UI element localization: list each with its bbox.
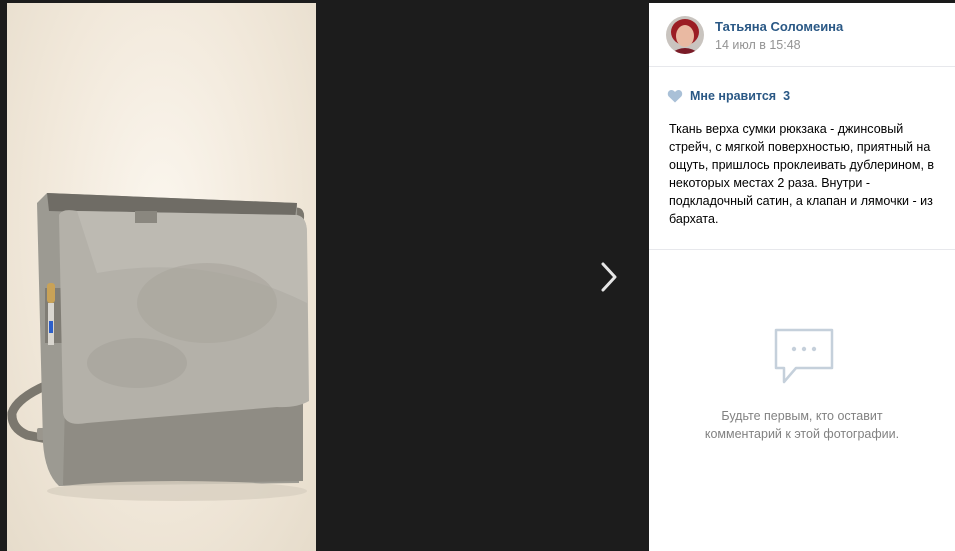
heart-icon [667, 90, 683, 103]
no-comments-line-2: комментарий к этой фотографии. [704, 427, 900, 441]
photo[interactable] [7, 3, 316, 551]
author-name-link[interactable]: Татьяна Соломеина [715, 19, 843, 34]
photo-viewer: Татьяна Соломеина 14 июл в 15:48 Мне нра… [0, 0, 955, 551]
post-date[interactable]: 14 июл в 15:48 [715, 38, 801, 52]
avatar-image [666, 16, 704, 54]
author-block: Татьяна Соломеина 14 июл в 15:48 [649, 3, 955, 67]
no-comments-line-1: Будьте первым, кто оставит [721, 409, 883, 423]
like-button[interactable]: Мне нравится 3 [667, 87, 790, 105]
photo-description: Ткань верха сумки рюкзака - джинсовый ст… [669, 122, 935, 226]
next-photo-button[interactable] [590, 255, 630, 299]
backpack-photo-illustration [7, 193, 309, 501]
no-comments-message: Будьте первым, кто оставит комментарий к… [677, 407, 927, 443]
likes-count[interactable]: 3 [783, 89, 790, 103]
photo-area[interactable] [0, 0, 649, 551]
photo-sidebar: Татьяна Соломеина 14 июл в 15:48 Мне нра… [649, 3, 955, 551]
chat-bubble-icon [772, 326, 836, 388]
likes-label: Мне нравится [690, 89, 777, 103]
avatar[interactable] [666, 16, 704, 54]
divider [649, 249, 955, 250]
chevron-right-icon [601, 262, 617, 292]
